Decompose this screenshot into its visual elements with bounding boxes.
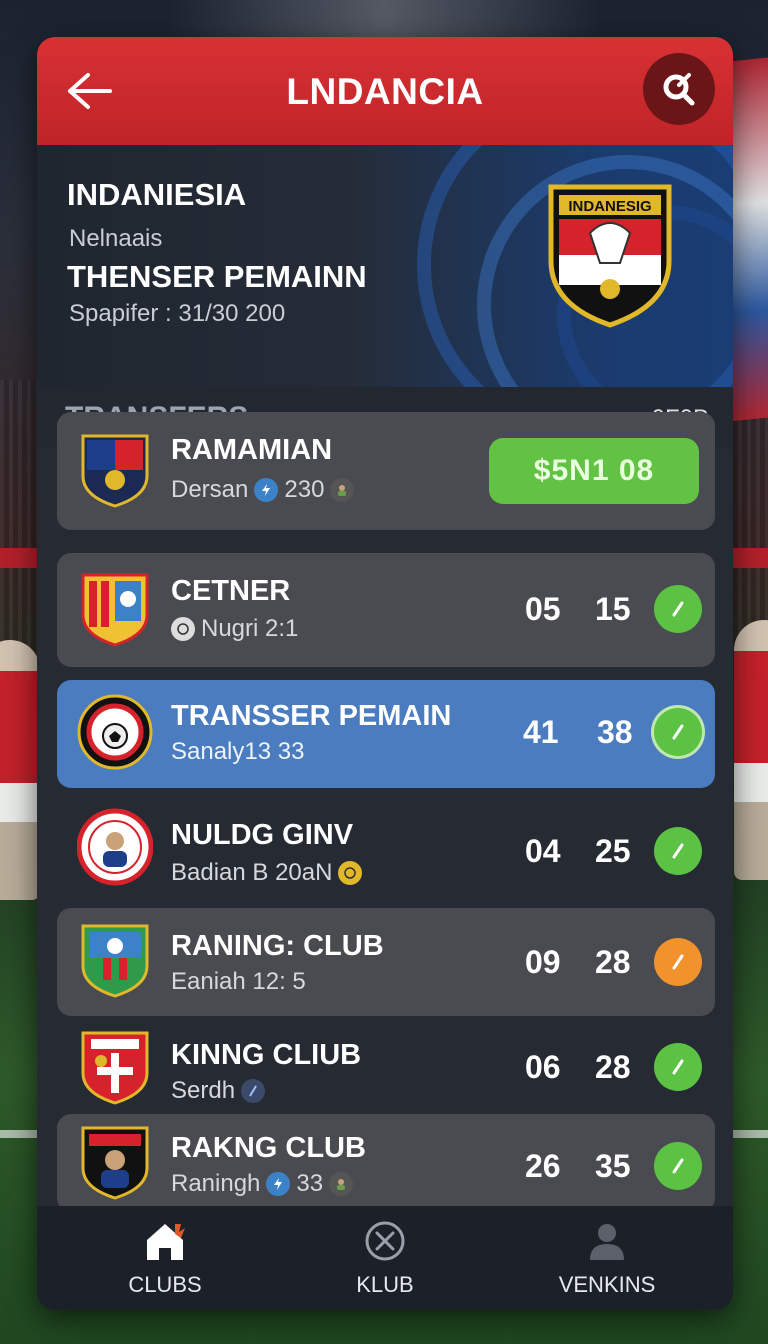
transfer-row[interactable]: NULDG GINV Badian B 20aN 04 25 <box>57 797 715 901</box>
search-button[interactable] <box>643 53 715 125</box>
score-right: 38 <box>597 714 633 750</box>
status-check-icon[interactable] <box>654 585 702 633</box>
person-icon <box>527 1218 687 1264</box>
price-button[interactable]: $5N1 08 <box>489 438 699 504</box>
score-left: 06 <box>525 1049 561 1085</box>
score-left: 26 <box>525 1148 561 1184</box>
crest-label: INDANESIG <box>568 198 651 215</box>
club-sub: Raningh 33 <box>171 1170 354 1198</box>
score-right: 28 <box>595 944 631 980</box>
status-pending-icon[interactable] <box>654 938 702 986</box>
search-icon <box>663 73 695 106</box>
score-left: 05 <box>525 591 561 627</box>
player-figure-left <box>0 640 40 900</box>
home-icon <box>85 1218 245 1264</box>
club-name: RANING: CLUB <box>171 930 384 962</box>
club-crest-icon <box>81 924 149 998</box>
hero-heading: THENSER PEMAINN <box>67 259 367 294</box>
ball-icon <box>171 617 195 641</box>
club-sub: Serdh <box>171 1077 266 1105</box>
transfer-row[interactable]: RANING: CLUB Eaniah 12: 5 09 28 <box>57 908 715 1016</box>
nav-klub[interactable]: KLUB <box>305 1218 465 1298</box>
status-check-icon[interactable] <box>654 1043 702 1091</box>
club-name: KINNG CLIUB <box>171 1039 362 1071</box>
club-crest-icon <box>77 694 153 770</box>
player-avatar-icon <box>241 1079 266 1103</box>
club-crest-icon <box>81 434 149 508</box>
status-check-icon[interactable] <box>654 708 702 756</box>
club-sub: Dersan 230 <box>171 476 355 504</box>
club-crest-icon <box>81 573 149 647</box>
player-avatar-icon <box>330 478 355 502</box>
score-right: 28 <box>595 1049 631 1085</box>
transfer-row[interactable]: CETNER Nugri 2:1 05 15 <box>57 553 715 667</box>
club-name: CETNER <box>171 575 291 607</box>
score-left: 09 <box>525 944 561 980</box>
transfer-row[interactable]: RAKNG CLUB Raningh 33 26 35 <box>57 1114 715 1212</box>
score-left: 41 <box>523 714 559 750</box>
transfers-panel: LNDANCIA INDANIESIA Nelnaais THENSER PEM… <box>37 37 733 1310</box>
status-check-icon[interactable] <box>654 827 702 875</box>
nav-clubs[interactable]: CLUBS <box>85 1218 245 1298</box>
score-right: 15 <box>595 591 631 627</box>
transfer-row[interactable]: KINNG CLIUB Serdh 06 28 <box>57 1019 715 1117</box>
club-crest-icon <box>77 808 153 886</box>
transfer-row-selected[interactable]: TRANSSER PEMAIN Sanaly13 33 41 38 <box>57 680 715 788</box>
club-sub: Badian B 20aN <box>171 859 363 887</box>
player-avatar-icon <box>329 1172 354 1196</box>
club-name: RAMAMIAN <box>171 434 333 466</box>
hero-team-name: INDANIESIA <box>67 177 247 212</box>
bottom-navigation: CLUBS KLUB VENKINS <box>37 1206 733 1310</box>
club-sub: Eaniah 12: 5 <box>171 968 306 995</box>
transfer-row[interactable]: RAMAMIAN Dersan 230 $5N1 08 <box>57 412 715 530</box>
close-circle-icon <box>305 1218 465 1264</box>
nav-venkins[interactable]: VENKINS <box>527 1218 687 1298</box>
score-left: 04 <box>525 833 561 869</box>
club-sub: Sanaly13 33 <box>171 738 305 765</box>
ball-icon <box>338 861 363 885</box>
club-name: NULDG GINV <box>171 819 354 851</box>
score-right: 25 <box>595 833 631 869</box>
hero-subtitle: Nelnaais <box>69 225 163 252</box>
app-title: LNDANCIA <box>286 71 484 112</box>
score-right: 35 <box>595 1148 631 1184</box>
team-crest-icon: INDANESIG <box>548 184 672 328</box>
club-crest-icon <box>81 1031 149 1105</box>
club-name: RAKNG CLUB <box>171 1132 366 1164</box>
lightning-icon <box>266 1172 291 1196</box>
status-check-icon[interactable] <box>654 1142 702 1190</box>
lightning-icon <box>254 478 279 502</box>
club-crest-icon <box>81 1126 149 1200</box>
player-figure-right <box>734 620 768 880</box>
top-app-bar: LNDANCIA <box>37 37 733 145</box>
hero-meta: Spapifer : 31/30 200 <box>69 300 286 327</box>
club-sub: Nugri 2:1 <box>171 615 298 643</box>
team-hero: INDANIESIA Nelnaais THENSER PEMAINN Spap… <box>37 145 733 387</box>
club-name: TRANSSER PEMAIN <box>171 700 452 732</box>
